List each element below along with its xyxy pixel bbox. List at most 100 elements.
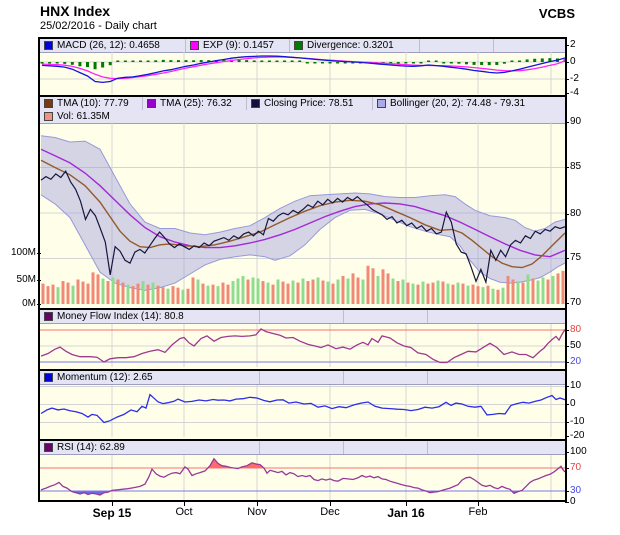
volume-bar	[481, 287, 485, 304]
legend-item-divergence[interactable]: Divergence: 0.3201	[290, 39, 420, 52]
divergence-bar	[275, 60, 279, 62]
volume-bar	[361, 279, 365, 304]
exp-line	[41, 56, 565, 80]
rsi-legend: RSI (14): 62.89	[40, 441, 565, 455]
volume-bar	[206, 285, 210, 304]
divergence-bar	[55, 62, 59, 64]
divergence-bar	[78, 62, 82, 67]
volume-bar	[331, 283, 335, 304]
page-title: HNX Index	[40, 3, 111, 19]
volume-bar	[461, 283, 465, 304]
legend-item-rsi[interactable]: RSI (14): 62.89	[40, 441, 260, 454]
legend-item-mfi[interactable]: Money Flow Index (14): 80.8	[40, 310, 260, 323]
legend-item-macd[interactable]: MACD (26, 12): 0.4658	[40, 39, 186, 52]
volume-bar	[316, 277, 320, 304]
divergence-bar	[518, 60, 522, 62]
macd-swatch-icon	[44, 41, 53, 50]
legend-item-bollinger[interactable]: Bollinger (20, 2): 74.48 - 79.31	[373, 97, 565, 110]
divergence-bar	[502, 62, 506, 64]
volume-bar	[176, 287, 180, 304]
legend-empty-cell	[260, 371, 344, 384]
volume-bar	[426, 283, 430, 304]
volume-bar	[451, 284, 455, 304]
volume-bar	[511, 279, 515, 304]
divergence-bar	[336, 62, 340, 64]
legend-item-tma25[interactable]: TMA (25): 76.32	[143, 97, 247, 110]
legend-item-momentum[interactable]: Momentum (12): 2.65	[40, 371, 260, 384]
divergence-bar	[305, 62, 309, 64]
volume-bar	[351, 273, 355, 304]
volume-bar	[296, 282, 300, 304]
volume-bar	[106, 281, 110, 304]
month-tick	[257, 502, 258, 506]
mfi-tick-oversold: 20	[564, 356, 582, 367]
divergence-bar	[449, 62, 453, 64]
divergence-bar	[252, 60, 256, 62]
divergence-bar	[442, 62, 446, 64]
volume-bar	[386, 273, 390, 304]
volume-bar	[286, 283, 290, 304]
volume-bar	[476, 286, 480, 304]
mfi-tick: 50	[564, 340, 582, 351]
month-label: Feb	[468, 506, 488, 518]
divergence-bar	[93, 62, 97, 70]
volume-bar	[246, 279, 250, 304]
divergence-bar	[63, 62, 67, 64]
volume-bar	[251, 277, 255, 304]
volume-bar	[366, 265, 370, 304]
macd-tick: 2	[565, 39, 576, 50]
price-legend: TMA (10): 77.79 TMA (25): 76.32 Closing …	[40, 97, 565, 124]
divergence-bar	[464, 62, 468, 65]
legend-empty-cell	[260, 441, 344, 454]
volume-bar	[61, 281, 65, 304]
legend-item-exp[interactable]: EXP (9): 0.1457	[186, 39, 290, 52]
bollinger-swatch-icon	[377, 99, 386, 108]
volume-bar	[271, 284, 275, 304]
volume-bar	[521, 282, 525, 304]
divergence-bar	[101, 62, 105, 68]
legend-empty-cell	[344, 441, 428, 454]
legend-empty-cell	[344, 310, 428, 323]
volume-bar	[91, 272, 95, 304]
mfi-plot	[40, 324, 565, 367]
volume-bar	[436, 280, 440, 304]
volume-bar	[236, 278, 240, 304]
momentum-plot	[40, 385, 565, 437]
volume-bar	[301, 278, 305, 304]
volume-bar	[46, 286, 50, 304]
rsi-line	[40, 457, 565, 496]
volume-bar	[536, 280, 540, 304]
volume-bar	[161, 287, 165, 304]
macd-legend: MACD (26, 12): 0.4658 EXP (9): 0.1457 Di…	[40, 39, 565, 53]
divergence-swatch-icon	[294, 41, 303, 50]
legend-empty-cell	[420, 39, 494, 52]
rsi-tick: 0	[565, 496, 576, 507]
close-swatch-icon	[251, 99, 260, 108]
volume-bar	[81, 281, 85, 304]
volume-bar	[501, 287, 505, 304]
volume-bar	[76, 279, 80, 304]
price-tick: 70	[564, 297, 582, 308]
legend-item-close[interactable]: Closing Price: 78.51	[247, 97, 373, 110]
volume-bar	[306, 281, 310, 304]
mfi-legend: Money Flow Index (14): 80.8	[40, 310, 565, 324]
volume-bar	[216, 286, 220, 304]
volume-bar	[546, 279, 550, 304]
divergence-bar	[85, 62, 89, 68]
volume-bar	[101, 278, 105, 304]
volume-bar	[66, 282, 70, 304]
volume-bar	[336, 279, 340, 304]
legend-item-tma10[interactable]: TMA (10): 77.79	[40, 97, 143, 110]
divergence-bar	[267, 60, 271, 62]
momentum-tick: 10	[564, 380, 582, 391]
momentum-line	[40, 393, 565, 424]
price-tick: 80	[564, 208, 582, 219]
volume-bar	[291, 280, 295, 304]
divergence-bar	[123, 60, 127, 62]
volume-bar	[376, 275, 380, 304]
divergence-bar	[199, 60, 203, 62]
volume-bar	[466, 285, 470, 304]
volume-bar	[431, 282, 435, 304]
divergence-bar	[427, 60, 431, 62]
volume-bar	[281, 281, 285, 304]
